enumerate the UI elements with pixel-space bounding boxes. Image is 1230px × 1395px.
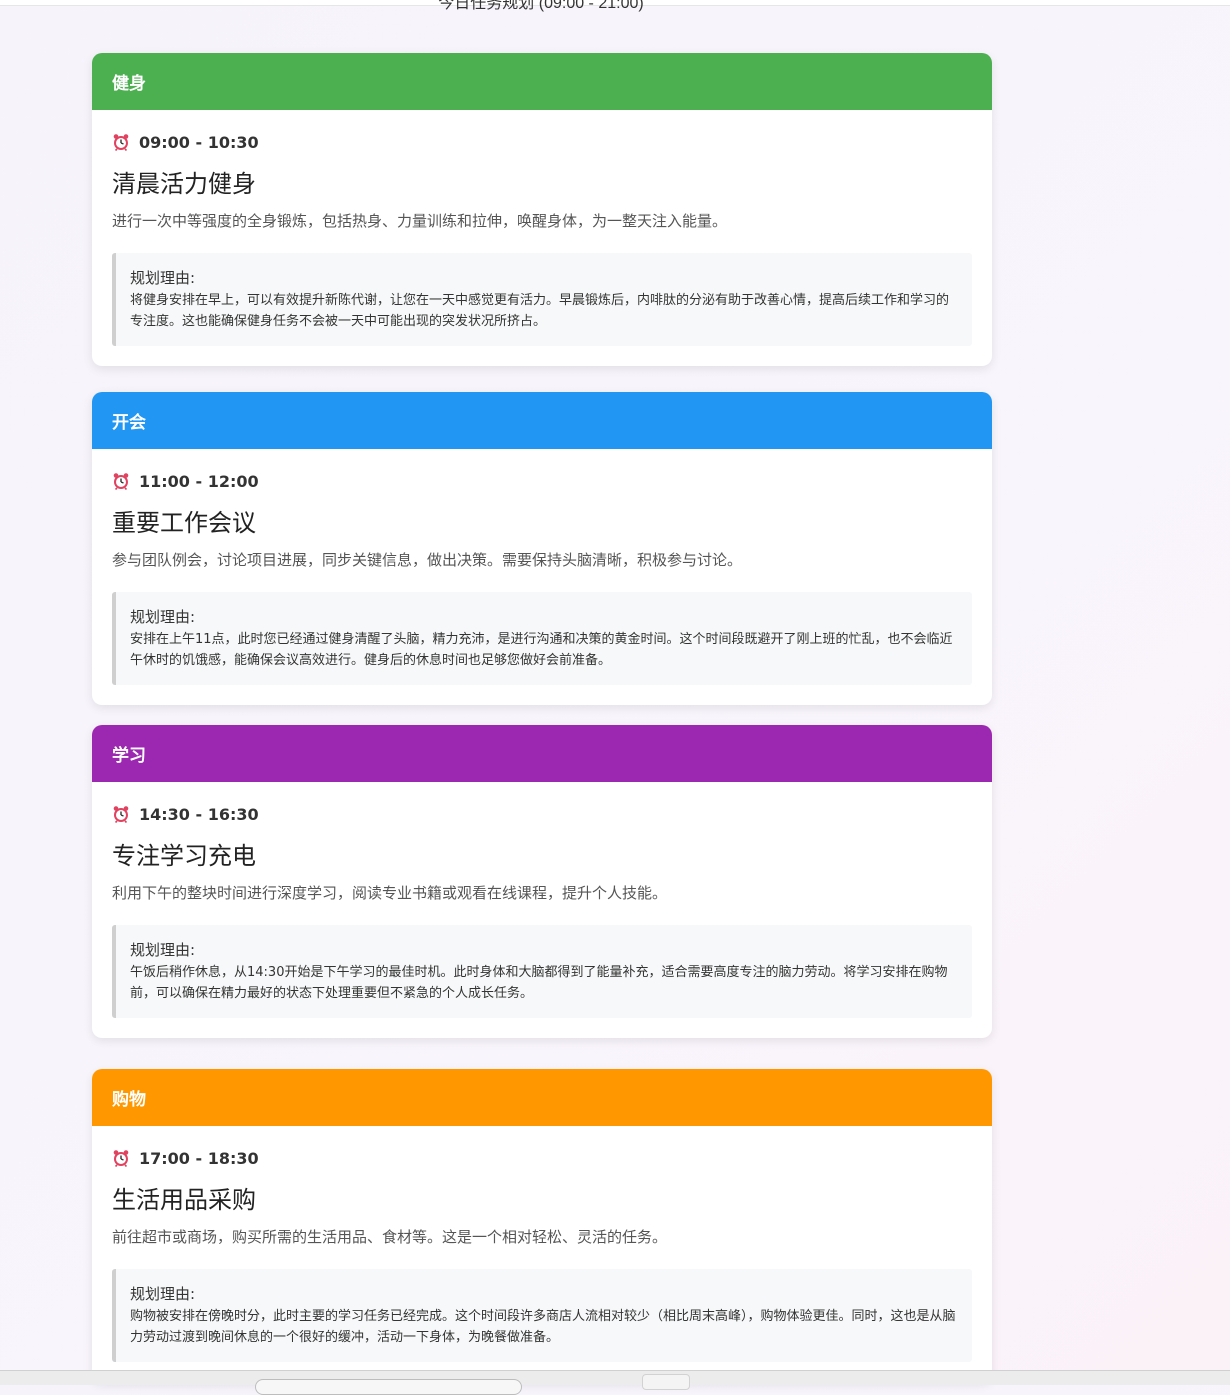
task-title: 重要工作会议	[112, 509, 256, 537]
planning-reason-label: 规划理由:	[130, 269, 196, 287]
task-card-meeting: 开会 11:00 - 12:00 重要工作会议 参与团队例会，讨论项目进展，同步…	[92, 392, 992, 705]
planning-reason-label: 规划理由:	[130, 608, 196, 626]
planning-reason-text: 安排在上午11点，此时您已经通过健身清醒了头脑，精力充沛，是进行沟通和决策的黄金…	[130, 632, 953, 668]
task-time: 14:30 - 16:30	[139, 804, 259, 824]
task-category-header: 健身	[92, 53, 992, 110]
planning-reason-box: 规划理由: 将健身安排在早上，可以有效提升新陈代谢，让您在一天中感觉更有活力。早…	[112, 253, 972, 346]
planning-reason-label: 规划理由:	[130, 941, 196, 959]
task-card-study: 学习 14:30 - 16:30 专注学习充电 利用下午的整块时间进行深度学习，…	[92, 725, 992, 1038]
task-time-row: 17:00 - 18:30	[112, 1148, 972, 1168]
task-description: 参与团队例会，讨论项目进展，同步关键信息，做出决策。需要保持头脑清晰，积极参与讨…	[112, 551, 743, 569]
task-card-body: 11:00 - 12:00 重要工作会议 参与团队例会，讨论项目进展，同步关键信…	[92, 449, 992, 705]
task-description: 进行一次中等强度的全身锻炼，包括热身、力量训练和拉伸，唤醒身体，为一整天注入能量…	[112, 212, 728, 230]
task-category-label: 学习	[112, 746, 146, 766]
task-card-body: 14:30 - 16:30 专注学习充电 利用下午的整块时间进行深度学习，阅读专…	[92, 782, 992, 1038]
task-card-body: 17:00 - 18:30 生活用品采购 前往超市或商场，购买所需的生活用品、食…	[92, 1126, 992, 1382]
planning-reason-box: 规划理由: 购物被安排在傍晚时分，此时主要的学习任务已经完成。这个时间段许多商店…	[112, 1269, 972, 1362]
task-time-row: 11:00 - 12:00	[112, 471, 972, 491]
task-time: 09:00 - 10:30	[139, 132, 259, 152]
bottom-toolbar-button[interactable]	[642, 1374, 690, 1390]
task-time: 17:00 - 18:30	[139, 1148, 259, 1168]
task-time-row: 14:30 - 16:30	[112, 804, 972, 824]
task-time: 11:00 - 12:00	[139, 471, 259, 491]
task-category-label: 开会	[112, 413, 146, 433]
alarm-clock-icon	[112, 472, 130, 491]
alarm-clock-icon	[112, 1149, 130, 1168]
task-time-row: 09:00 - 10:30	[112, 132, 972, 152]
planning-reason-text: 购物被安排在傍晚时分，此时主要的学习任务已经完成。这个时间段许多商店人流相对较少…	[130, 1309, 956, 1345]
task-title: 清晨活力健身	[112, 170, 256, 198]
task-category-header: 购物	[92, 1069, 992, 1126]
task-category-header: 学习	[92, 725, 992, 782]
task-description: 利用下午的整块时间进行深度学习，阅读专业书籍或观看在线课程，提升个人技能。	[112, 884, 668, 902]
planning-reason-box: 规划理由: 安排在上午11点，此时您已经通过健身清醒了头脑，精力充沛，是进行沟通…	[112, 592, 972, 685]
planning-reason-text: 将健身安排在早上，可以有效提升新陈代谢，让您在一天中感觉更有活力。早晨锻炼后，内…	[130, 293, 950, 329]
planning-reason-box: 规划理由: 午饭后稍作休息，从14:30开始是下午学习的最佳时机。此时身体和大脑…	[112, 925, 972, 1018]
task-card-fitness: 健身 09:00 - 10:30 清晨活力健身 进行一次中等强度的全身锻炼，包括…	[92, 53, 992, 366]
planning-reason-text: 午饭后稍作休息，从14:30开始是下午学习的最佳时机。此时身体和大脑都得到了能量…	[130, 965, 948, 1001]
page-title: 今日任务规划 (09:00 - 21:00)	[438, 0, 644, 12]
planning-reason-label: 规划理由:	[130, 1285, 196, 1303]
alarm-clock-icon	[112, 805, 130, 824]
bottom-toolbar-pill[interactable]	[255, 1379, 522, 1395]
task-category-header: 开会	[92, 392, 992, 449]
task-card-body: 09:00 - 10:30 清晨活力健身 进行一次中等强度的全身锻炼，包括热身、…	[92, 110, 992, 366]
alarm-clock-icon	[112, 133, 130, 152]
task-category-label: 购物	[112, 1090, 146, 1110]
task-title: 生活用品采购	[112, 1186, 256, 1214]
task-category-label: 健身	[112, 74, 146, 94]
task-title: 专注学习充电	[112, 842, 256, 870]
task-description: 前往超市或商场，购买所需的生活用品、食材等。这是一个相对轻松、灵活的任务。	[112, 1228, 668, 1246]
task-card-shopping: 购物 17:00 - 18:30 生活用品采购 前往超市或商场，购买所需的生活用…	[92, 1069, 992, 1382]
browser-bottom-toolbar	[0, 1370, 1230, 1395]
